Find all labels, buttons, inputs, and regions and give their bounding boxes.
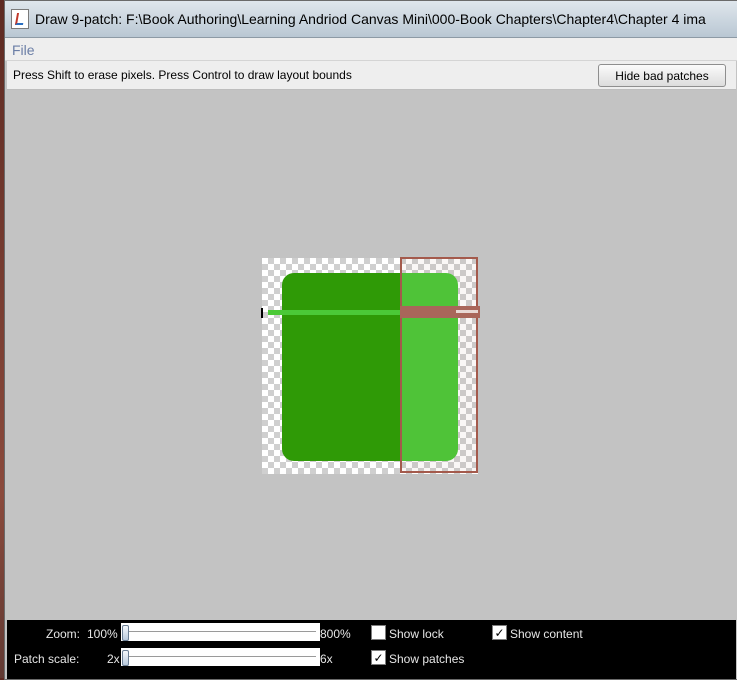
bad-patch-vertical <box>400 257 478 473</box>
show-content-checkbox[interactable]: ✓ <box>492 625 507 640</box>
ninepatch-image[interactable] <box>261 257 480 474</box>
controls-panel: Zoom: 100% 800% Show lock ✓ Show content… <box>7 620 736 679</box>
patch-scale-max-label: 6x <box>320 652 333 666</box>
java-app-icon <box>11 9 29 29</box>
patch-scale-label: Patch scale: <box>14 652 80 666</box>
bad-patch-horizontal <box>400 306 480 318</box>
show-patches-checkbox[interactable]: ✓ <box>371 650 386 665</box>
zoom-label: Zoom: <box>46 627 81 641</box>
menu-bar: File <box>5 38 737 61</box>
patch-scale-slider[interactable] <box>121 648 320 666</box>
zoom-slider-thumb[interactable] <box>122 625 129 641</box>
patch-scale-slider-thumb[interactable] <box>122 650 129 666</box>
patch-scale-min-label: 2x <box>107 652 120 666</box>
menu-file[interactable]: File <box>12 42 35 58</box>
patch-scale-slider-track <box>125 656 316 657</box>
hint-text: Press Shift to erase pixels. Press Contr… <box>13 68 352 82</box>
info-bar: Press Shift to erase pixels. Press Contr… <box>7 61 736 90</box>
image-content-dark <box>282 273 404 461</box>
window-title: Draw 9-patch: F:\Book Authoring\Learning… <box>35 11 706 27</box>
zoom-max-label: 800% <box>320 627 351 641</box>
editor-canvas[interactable] <box>7 90 736 620</box>
show-lock-checkbox[interactable] <box>371 625 386 640</box>
patch-marker <box>261 308 263 318</box>
zoom-slider[interactable] <box>121 623 320 641</box>
show-content-label: Show content <box>510 627 583 641</box>
hide-bad-patches-button[interactable]: Hide bad patches <box>598 64 726 87</box>
draw9patch-window: Draw 9-patch: F:\Book Authoring\Learning… <box>4 0 737 680</box>
show-lock-label: Show lock <box>389 627 444 641</box>
zoom-slider-track <box>125 631 316 632</box>
zoom-min-label: 100% <box>87 627 118 641</box>
stretch-region-line <box>268 310 404 315</box>
title-bar[interactable]: Draw 9-patch: F:\Book Authoring\Learning… <box>5 1 737 38</box>
show-patches-label: Show patches <box>389 652 465 666</box>
